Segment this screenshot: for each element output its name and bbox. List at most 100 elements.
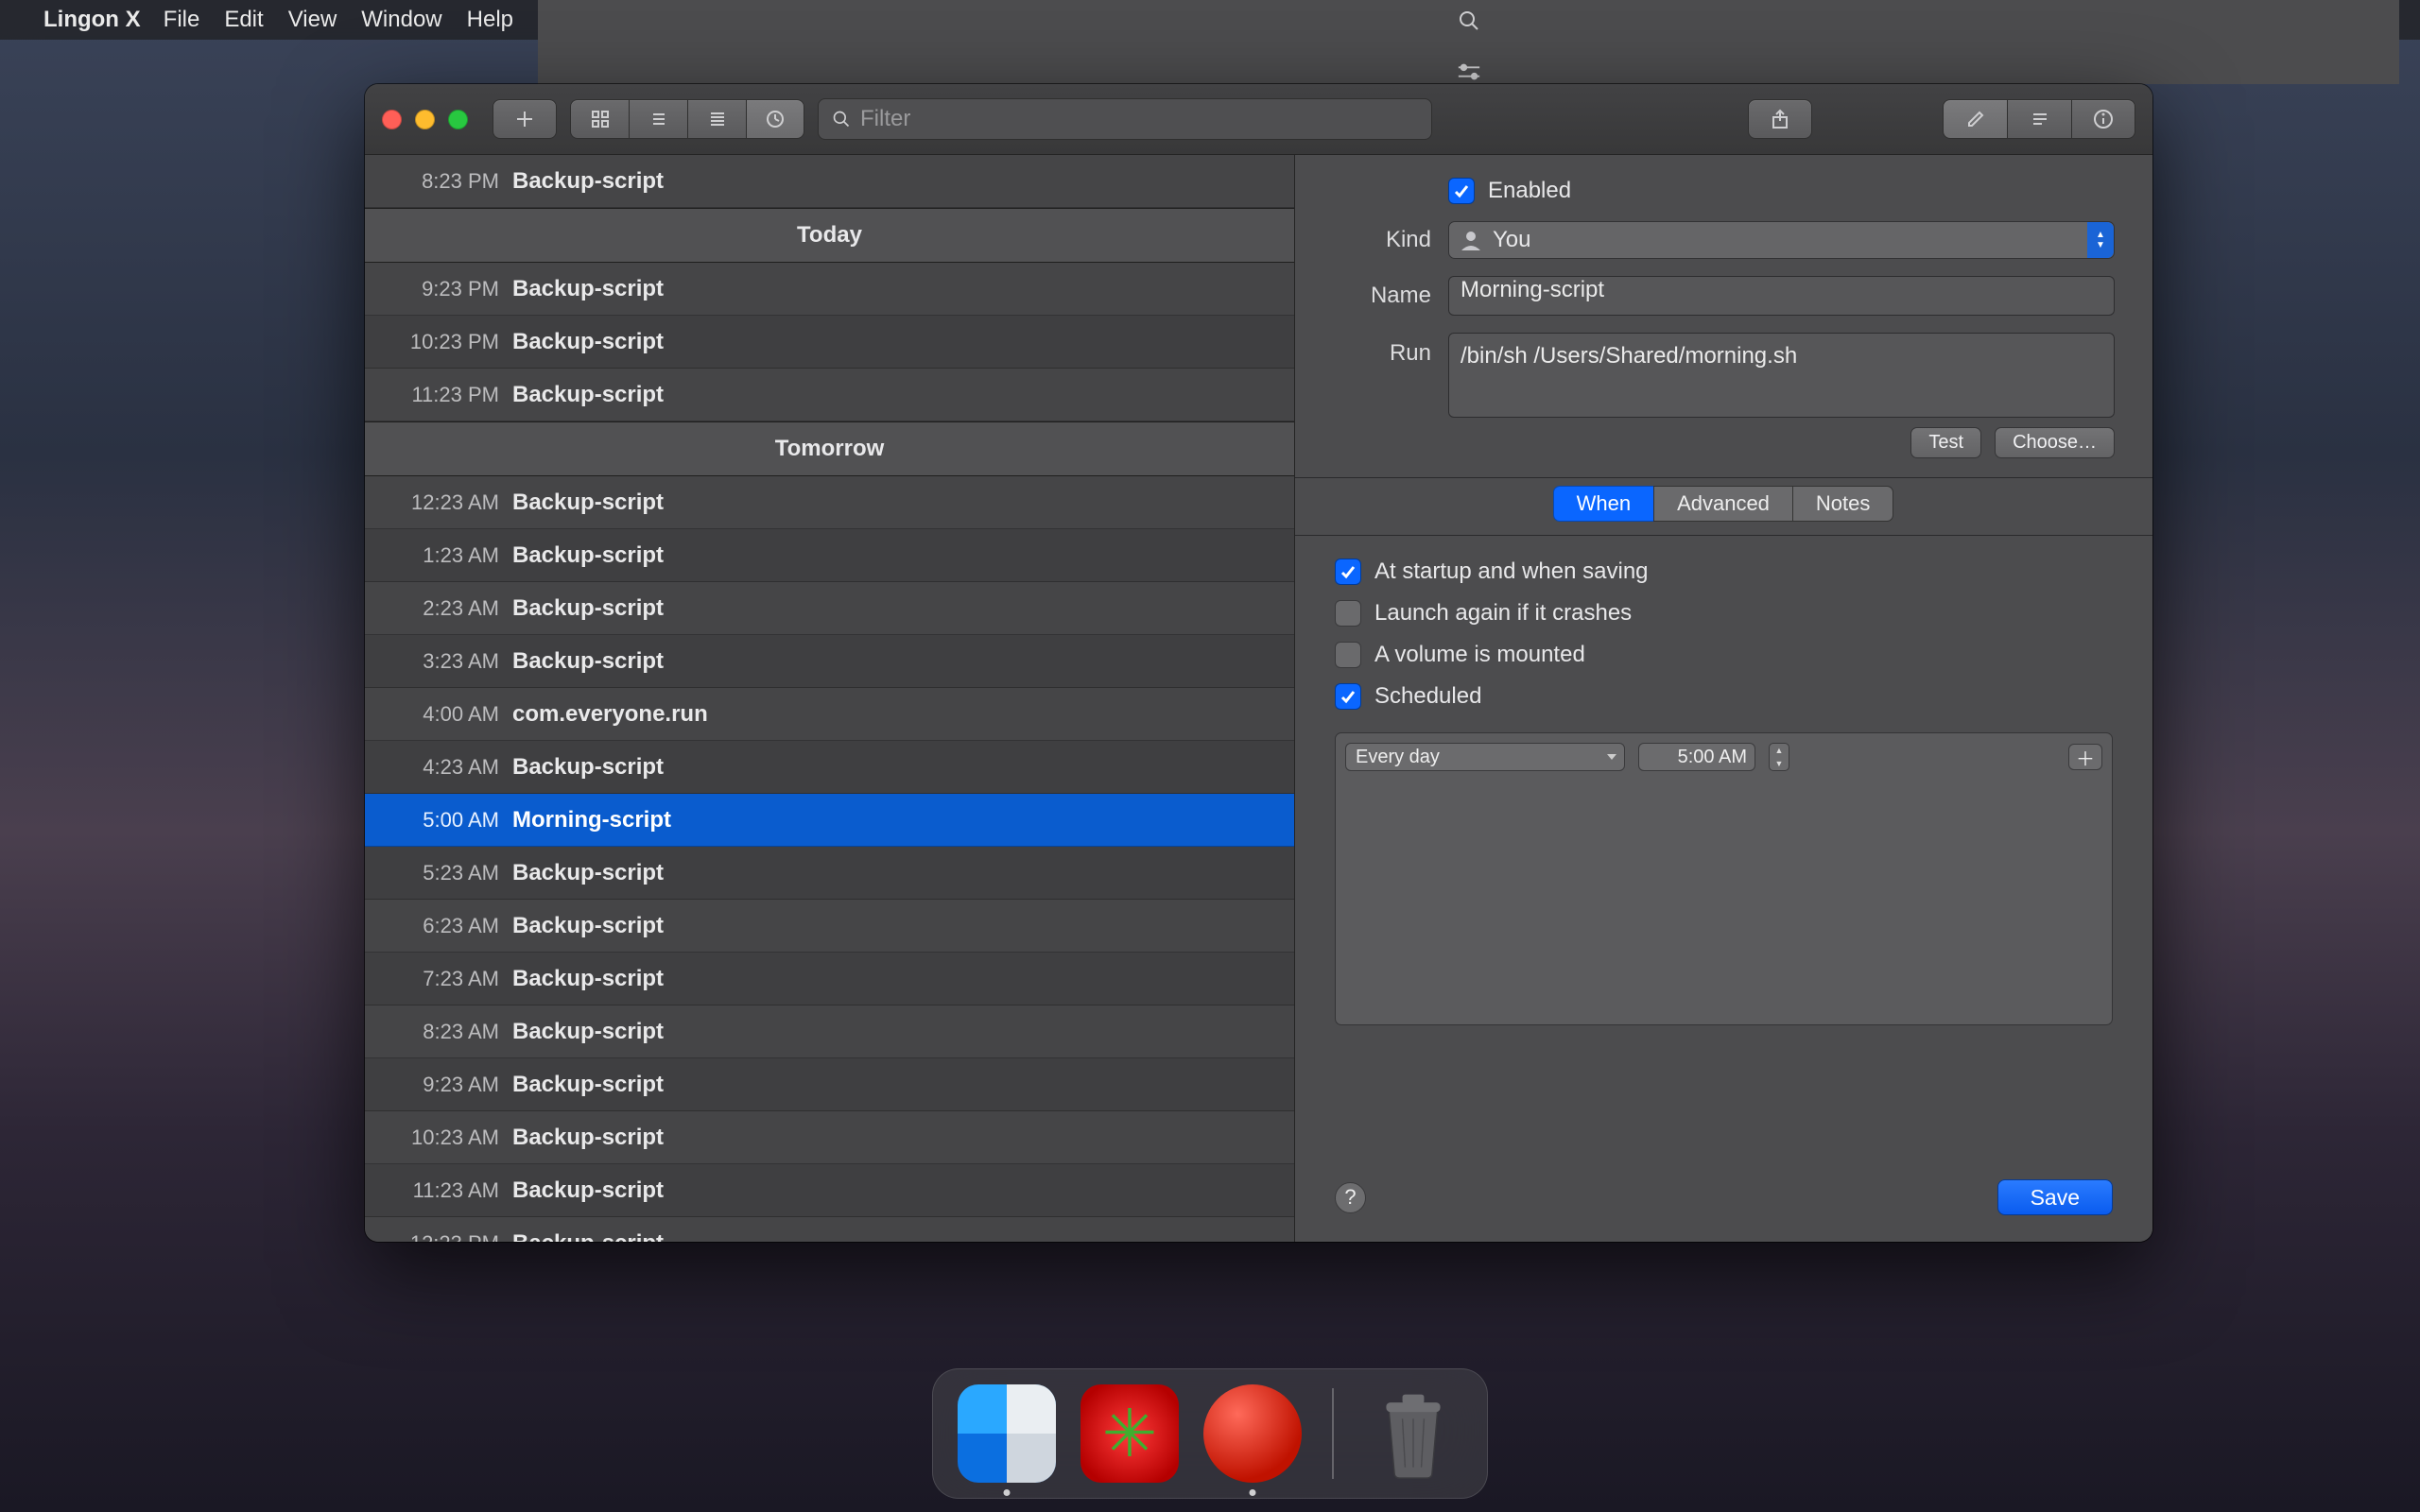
- filter-input[interactable]: Filter: [818, 98, 1432, 140]
- tab-notes[interactable]: Notes: [1792, 486, 1893, 522]
- schedule-name: Backup-script: [512, 382, 664, 408]
- close-button[interactable]: [382, 110, 402, 129]
- save-button[interactable]: Save: [1997, 1179, 2113, 1215]
- schedule-name: Backup-script: [512, 329, 664, 355]
- volume-label: A volume is mounted: [1374, 642, 1585, 668]
- view-compact-button[interactable]: [687, 99, 746, 139]
- kind-label: Kind: [1333, 227, 1431, 253]
- run-field[interactable]: /bin/sh /Users/Shared/morning.sh: [1448, 333, 2115, 418]
- schedule-name: Backup-script: [512, 276, 664, 302]
- control-center-icon[interactable]: [1457, 60, 1481, 84]
- app-window: Filter 8:23 PM Backup-script Today9:23 PMB…: [365, 84, 2152, 1242]
- relaunch-checkbox[interactable]: [1335, 600, 1361, 627]
- text-button[interactable]: [2007, 99, 2071, 139]
- edit-button[interactable]: [1943, 99, 2007, 139]
- schedule-time: 12:23 PM: [382, 1231, 499, 1243]
- footer: ? Save: [1295, 1160, 2152, 1242]
- schedule-time: 7:23 AM: [382, 967, 499, 991]
- dock-app-strawberry[interactable]: [1080, 1384, 1179, 1483]
- app-name[interactable]: Lingon X: [43, 7, 141, 33]
- dock-trash[interactable]: [1364, 1384, 1462, 1483]
- schedule-row[interactable]: 8:23 AM Backup-script: [365, 1005, 1294, 1058]
- schedule-time: 10:23 AM: [382, 1125, 499, 1150]
- kind-popup[interactable]: You ▲▼: [1448, 221, 2115, 259]
- schedule-row[interactable]: 9:23 AMBackup-script: [365, 1058, 1294, 1111]
- schedule-name: Backup-script: [512, 1177, 664, 1204]
- schedule-name: Backup-script: [512, 168, 664, 195]
- view-schedule-button[interactable]: [746, 99, 804, 139]
- schedule-row[interactable]: 4:00 AMcom.everyone.run: [365, 688, 1294, 741]
- zoom-button[interactable]: [448, 110, 468, 129]
- frequency-select[interactable]: Every day: [1345, 743, 1625, 771]
- schedule-row[interactable]: 12:23 AMBackup-script: [365, 476, 1294, 529]
- dock-app-lingon[interactable]: [1203, 1384, 1302, 1483]
- scheduled-checkbox[interactable]: [1335, 683, 1361, 710]
- section-header: Today: [365, 208, 1294, 263]
- spotlight-icon[interactable]: [1457, 9, 1481, 33]
- schedule-time: 4:23 AM: [382, 755, 499, 780]
- schedule-time: 1:23 AM: [382, 543, 499, 568]
- info-button[interactable]: [2071, 99, 2135, 139]
- view-grid-button[interactable]: [570, 99, 629, 139]
- add-button[interactable]: [493, 99, 557, 139]
- schedule-time: 8:23 PM: [382, 169, 499, 194]
- schedule-name: Backup-script: [512, 648, 664, 675]
- schedule-row[interactable]: 9:23 PMBackup-script: [365, 263, 1294, 316]
- schedule-row[interactable]: 12:23 PM Backup-script: [365, 1217, 1294, 1242]
- section-header: Tomorrow: [365, 421, 1294, 476]
- schedule-name: Backup-script: [512, 966, 664, 992]
- scheduled-label: Scheduled: [1374, 683, 1481, 710]
- time-field[interactable]: 5:00 AM: [1638, 743, 1755, 771]
- startup-checkbox[interactable]: [1335, 558, 1361, 585]
- dock-finder[interactable]: [958, 1384, 1056, 1483]
- view-list-button[interactable]: [629, 99, 687, 139]
- schedule-row[interactable]: 5:00 AMMorning-script: [365, 794, 1294, 847]
- tab-advanced[interactable]: Advanced: [1653, 486, 1793, 522]
- schedule-row[interactable]: 10:23 PMBackup-script: [365, 316, 1294, 369]
- run-label: Run: [1333, 333, 1431, 367]
- schedule-row[interactable]: 1:23 AMBackup-script: [365, 529, 1294, 582]
- schedule-time: 11:23 PM: [382, 383, 499, 407]
- tab-when[interactable]: When: [1553, 486, 1654, 522]
- schedule-name: Backup-script: [512, 1072, 664, 1098]
- schedule-row[interactable]: 2:23 AMBackup-script: [365, 582, 1294, 635]
- schedule-row[interactable]: 6:23 AMBackup-script: [365, 900, 1294, 953]
- toolbar: Filter: [365, 84, 2152, 155]
- name-field[interactable]: Morning-script: [1448, 276, 2115, 316]
- schedule-row[interactable]: 3:23 AMBackup-script: [365, 635, 1294, 688]
- minimize-button[interactable]: [415, 110, 435, 129]
- add-schedule-button[interactable]: ＋: [2068, 744, 2102, 770]
- window-controls: [382, 110, 468, 129]
- detail-panel: Enabled Kind You ▲▼ Name Morning-script …: [1295, 155, 2152, 1242]
- schedule-row[interactable]: 7:23 AM Backup-script: [365, 953, 1294, 1005]
- filter-placeholder: Filter: [860, 106, 910, 132]
- menubar: Lingon X File Edit View Window Help Pete…: [0, 0, 2420, 40]
- schedule-time: 11:23 AM: [382, 1178, 499, 1203]
- schedule-name: Backup-script: [512, 1230, 664, 1243]
- menu-edit[interactable]: Edit: [224, 7, 263, 33]
- help-button[interactable]: ?: [1335, 1182, 1366, 1213]
- choose-button[interactable]: Choose…: [1995, 427, 2115, 458]
- schedule-row[interactable]: 4:23 AMBackup-script: [365, 741, 1294, 794]
- share-button[interactable]: [1748, 99, 1812, 139]
- menu-window[interactable]: Window: [361, 7, 441, 33]
- schedule-name: Backup-script: [512, 1019, 664, 1045]
- kind-value: You: [1493, 227, 1531, 253]
- menu-help[interactable]: Help: [467, 7, 513, 33]
- menu-view[interactable]: View: [288, 7, 337, 33]
- test-button[interactable]: Test: [1910, 427, 1981, 458]
- menu-file[interactable]: File: [164, 7, 200, 33]
- schedule-time: 12:23 AM: [382, 490, 499, 515]
- schedule-row[interactable]: 5:23 AMBackup-script: [365, 847, 1294, 900]
- schedule-row[interactable]: 10:23 AMBackup-script: [365, 1111, 1294, 1164]
- time-stepper[interactable]: ▲▼: [1769, 743, 1789, 771]
- schedule-list[interactable]: 8:23 PM Backup-script Today9:23 PMBackup-s…: [365, 155, 1295, 1242]
- when-panel: At startup and when saving Launch again …: [1295, 536, 2152, 1160]
- schedule-row[interactable]: 8:23 PM Backup-script: [365, 155, 1294, 208]
- volume-checkbox[interactable]: [1335, 642, 1361, 668]
- inspector-segment: [1943, 99, 2135, 139]
- enabled-checkbox[interactable]: [1448, 178, 1475, 204]
- schedule-row[interactable]: 11:23 PM Backup-script: [365, 369, 1294, 421]
- schedule-time: 8:23 AM: [382, 1020, 499, 1044]
- schedule-row[interactable]: 11:23 AM Backup-script: [365, 1164, 1294, 1217]
